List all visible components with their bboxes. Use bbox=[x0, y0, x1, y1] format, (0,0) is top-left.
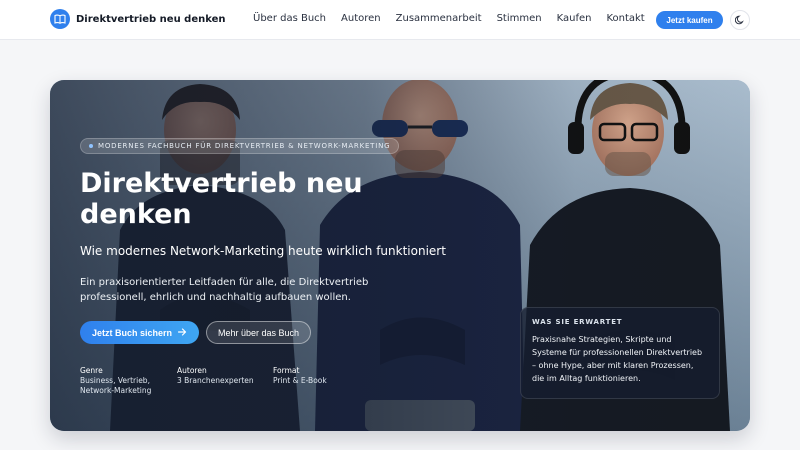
nav-link-autoren[interactable]: Autoren bbox=[341, 13, 381, 24]
secure-book-button[interactable]: Jetzt Buch sichern bbox=[80, 321, 199, 344]
arrow-right-icon bbox=[177, 327, 187, 338]
nav-link-zusammenarbeit[interactable]: Zusammenarbeit bbox=[396, 13, 482, 24]
meta-authors-value: 3 Branchenexperten bbox=[177, 376, 254, 385]
category-badge-text: MODERNES FACHBUCH FÜR DIREKTVERTRIEB & N… bbox=[98, 142, 391, 150]
hero-description: Ein praxisorientierter Leitfaden für all… bbox=[80, 277, 369, 303]
meta-genre-value: Business, Vertrieb, Network-Marketing bbox=[80, 376, 152, 395]
dot-icon bbox=[89, 144, 93, 148]
category-badge: MODERNES FACHBUCH FÜR DIREKTVERTRIEB & N… bbox=[80, 138, 400, 154]
expectations-card: WAS SIE ERWARTET Praxisnahe Strategien, … bbox=[520, 307, 720, 399]
meta-format-value: Print & E-Book bbox=[273, 376, 327, 385]
secure-book-label: Jetzt Buch sichern bbox=[91, 327, 173, 338]
theme-toggle-button[interactable] bbox=[730, 10, 750, 30]
meta-authors-label: Autoren bbox=[177, 366, 207, 375]
meta-genre-label: Genre bbox=[80, 366, 103, 375]
hero-subtitle: Wie modernes Network-Marketing heute wir… bbox=[80, 244, 446, 258]
meta-authors: Autoren 3 Branchenexperten bbox=[177, 366, 267, 386]
expectations-heading: WAS SIE ERWARTET bbox=[532, 318, 623, 326]
brand-logo[interactable]: Direktvertrieb neu denken bbox=[50, 9, 226, 29]
meta-genre: Genre Business, Vertrieb, Network-Market… bbox=[80, 366, 160, 396]
moon-icon bbox=[734, 13, 745, 28]
nav-link-stimmen[interactable]: Stimmen bbox=[497, 13, 542, 24]
hero-title: Direktvertrieb neu denken bbox=[80, 168, 363, 230]
nav-link-kaufen[interactable]: Kaufen bbox=[557, 13, 592, 24]
buy-now-button[interactable]: Jetzt kaufen bbox=[656, 11, 723, 29]
meta-format: Format Print & E-Book bbox=[273, 366, 353, 386]
brand-name: Direktvertrieb neu denken bbox=[76, 13, 226, 25]
nav-link-ueber-das-buch[interactable]: Über das Buch bbox=[253, 13, 326, 24]
nav-link-kontakt[interactable]: Kontakt bbox=[606, 13, 644, 24]
top-navbar: Direktvertrieb neu denken Über das Buch … bbox=[0, 0, 800, 40]
expectations-text: Praxisnahe Strategien, Skripte und Syste… bbox=[532, 335, 703, 383]
meta-format-label: Format bbox=[273, 366, 300, 375]
book-icon bbox=[50, 9, 70, 29]
main-menu: Über das Buch Autoren Zusammenarbeit Sti… bbox=[253, 13, 645, 24]
more-about-book-button[interactable]: Mehr über das Buch bbox=[206, 321, 311, 344]
hero-section: MODERNES FACHBUCH FÜR DIREKTVERTRIEB & N… bbox=[50, 80, 750, 431]
